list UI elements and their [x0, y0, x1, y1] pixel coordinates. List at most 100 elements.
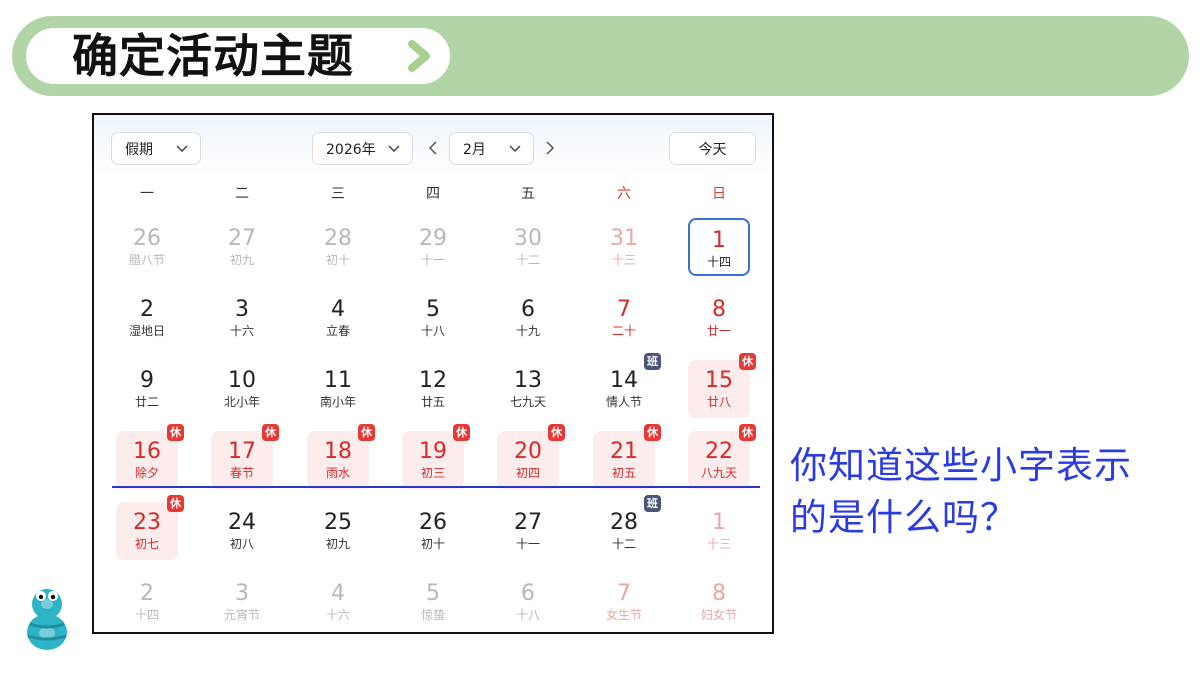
day-cell[interactable]: 23 初七 休: [116, 495, 184, 560]
day-number: 6: [521, 297, 535, 322]
day-cell[interactable]: 6 十八: [497, 573, 559, 631]
day-cell[interactable]: 3 元宵节: [211, 573, 273, 631]
day-cell[interactable]: 4 十六: [307, 573, 369, 631]
day-number: 16: [133, 439, 161, 464]
work-day-badge: 班: [644, 495, 661, 512]
day-cell[interactable]: 12 廿五: [402, 360, 464, 418]
chevron-down-icon: [388, 144, 400, 152]
day-number: 8: [712, 581, 726, 606]
lunar-label: 廿五: [420, 395, 445, 409]
day-cell[interactable]: 11 南小年: [307, 360, 369, 418]
day-number: 3: [235, 297, 249, 322]
day-cell[interactable]: 5 十八: [402, 289, 464, 347]
weekday-label: 一: [140, 186, 154, 202]
chevron-right-icon[interactable]: [545, 140, 555, 156]
day-number: 20: [514, 439, 542, 464]
chevron-left-icon[interactable]: [428, 140, 438, 156]
day-cell[interactable]: 26 初十: [402, 502, 464, 560]
day-cell[interactable]: 1 十三: [688, 502, 750, 560]
day-cell[interactable]: 22 八九天 休: [688, 424, 756, 489]
weekday-label: 五: [521, 186, 535, 202]
rest-day-badge: 休: [167, 495, 184, 512]
month-dropdown-label: 2月: [463, 141, 486, 158]
day-cell[interactable]: 20 初四 休: [497, 424, 565, 489]
year-dropdown[interactable]: 2026年: [312, 132, 413, 165]
day-cell-selected[interactable]: 1 十四: [688, 218, 750, 276]
day-number: 2: [140, 297, 154, 322]
lunar-label: 湿地日: [128, 324, 165, 338]
day-cell[interactable]: 7 女生节: [593, 573, 655, 631]
day-cell[interactable]: 26 腊八节: [116, 218, 178, 276]
day-cell[interactable]: 24 初八: [211, 502, 273, 560]
day-cell[interactable]: 30 十二: [497, 218, 559, 276]
day-cell[interactable]: 31 十三: [593, 218, 655, 276]
lunar-label: 十二: [611, 537, 636, 551]
day-number: 30: [514, 226, 542, 251]
day-cell[interactable]: 14 情人节 班: [593, 353, 661, 418]
day-number: 6: [521, 581, 535, 606]
day-cell[interactable]: 2 湿地日: [116, 289, 178, 347]
today-button-label: 今天: [698, 141, 727, 158]
lunar-label: 十一: [515, 537, 540, 551]
day-cell[interactable]: 9 廿二: [116, 360, 178, 418]
lunar-label: 女生节: [605, 608, 642, 622]
day-cell[interactable]: 8 妇女节: [688, 573, 750, 631]
lunar-label: 初七: [134, 537, 159, 551]
holiday-dropdown-label: 假期: [125, 141, 153, 158]
day-cell[interactable]: 4 立春: [307, 289, 369, 347]
day-cell[interactable]: 25 初九: [307, 502, 369, 560]
question-text: 你知道这些小字表示 的是什么吗？: [790, 440, 1170, 544]
day-number: 13: [514, 368, 542, 393]
day-cell[interactable]: 21 初五 休: [593, 424, 661, 489]
work-day-badge: 班: [644, 353, 661, 370]
day-cell[interactable]: 8 廿一: [688, 289, 750, 347]
weekday-label: 三: [331, 186, 345, 202]
day-number: 2: [140, 581, 154, 606]
day-cell[interactable]: 27 十一: [497, 502, 559, 560]
day-cell[interactable]: 28 初十: [307, 218, 369, 276]
day-cell[interactable]: 3 十六: [211, 289, 273, 347]
day-cell[interactable]: 2 十四: [116, 573, 178, 631]
rest-day-badge: 休: [739, 424, 756, 441]
day-cell[interactable]: 18 雨水 休: [307, 424, 375, 489]
holiday-dropdown[interactable]: 假期: [111, 132, 201, 165]
day-cell[interactable]: 15 廿八 休: [688, 353, 756, 418]
day-number: 15: [705, 368, 733, 393]
month-dropdown[interactable]: 2月: [449, 132, 534, 165]
day-cell[interactable]: 13 七九天: [497, 360, 559, 418]
day-number: 26: [133, 226, 161, 251]
day-cell[interactable]: 28 十二 班: [593, 495, 661, 560]
year-dropdown-label: 2026年: [326, 141, 376, 158]
day-number: 12: [419, 368, 447, 393]
day-cell[interactable]: 10 北小年: [211, 360, 273, 418]
day-number: 1: [712, 228, 726, 253]
day-cell[interactable]: 6 十九: [497, 289, 559, 347]
day-number: 9: [140, 368, 154, 393]
lunar-label: 廿一: [706, 324, 731, 338]
rest-day-badge: 休: [453, 424, 470, 441]
lunar-label: 惊蛰: [420, 608, 445, 622]
day-cell[interactable]: 29 十一: [402, 218, 464, 276]
day-number: 3: [235, 581, 249, 606]
day-cell[interactable]: 5 惊蛰: [402, 573, 464, 631]
rest-day-badge: 休: [739, 353, 756, 370]
day-number: 7: [617, 581, 631, 606]
lunar-label: 除夕: [134, 466, 159, 480]
lunar-label: 初十: [420, 537, 445, 551]
rest-day-badge: 休: [644, 424, 661, 441]
today-button[interactable]: 今天: [669, 132, 756, 165]
day-number: 18: [324, 439, 352, 464]
day-number: 5: [426, 297, 440, 322]
day-cell[interactable]: 19 初三 休: [402, 424, 470, 489]
lunar-label: 二十: [611, 324, 636, 338]
day-cell[interactable]: 17 春节 休: [211, 424, 279, 489]
chevron-right-icon: [408, 40, 430, 72]
question-line-2: 的是什么吗？: [790, 496, 1018, 539]
day-number: 21: [610, 439, 638, 464]
day-cell[interactable]: 7 二十: [593, 289, 655, 347]
day-number: 31: [610, 226, 638, 251]
lunar-label: 南小年: [319, 395, 356, 409]
day-cell[interactable]: 16 除夕 休: [116, 424, 184, 489]
day-number: 26: [419, 510, 447, 535]
day-cell[interactable]: 27 初九: [211, 218, 273, 276]
